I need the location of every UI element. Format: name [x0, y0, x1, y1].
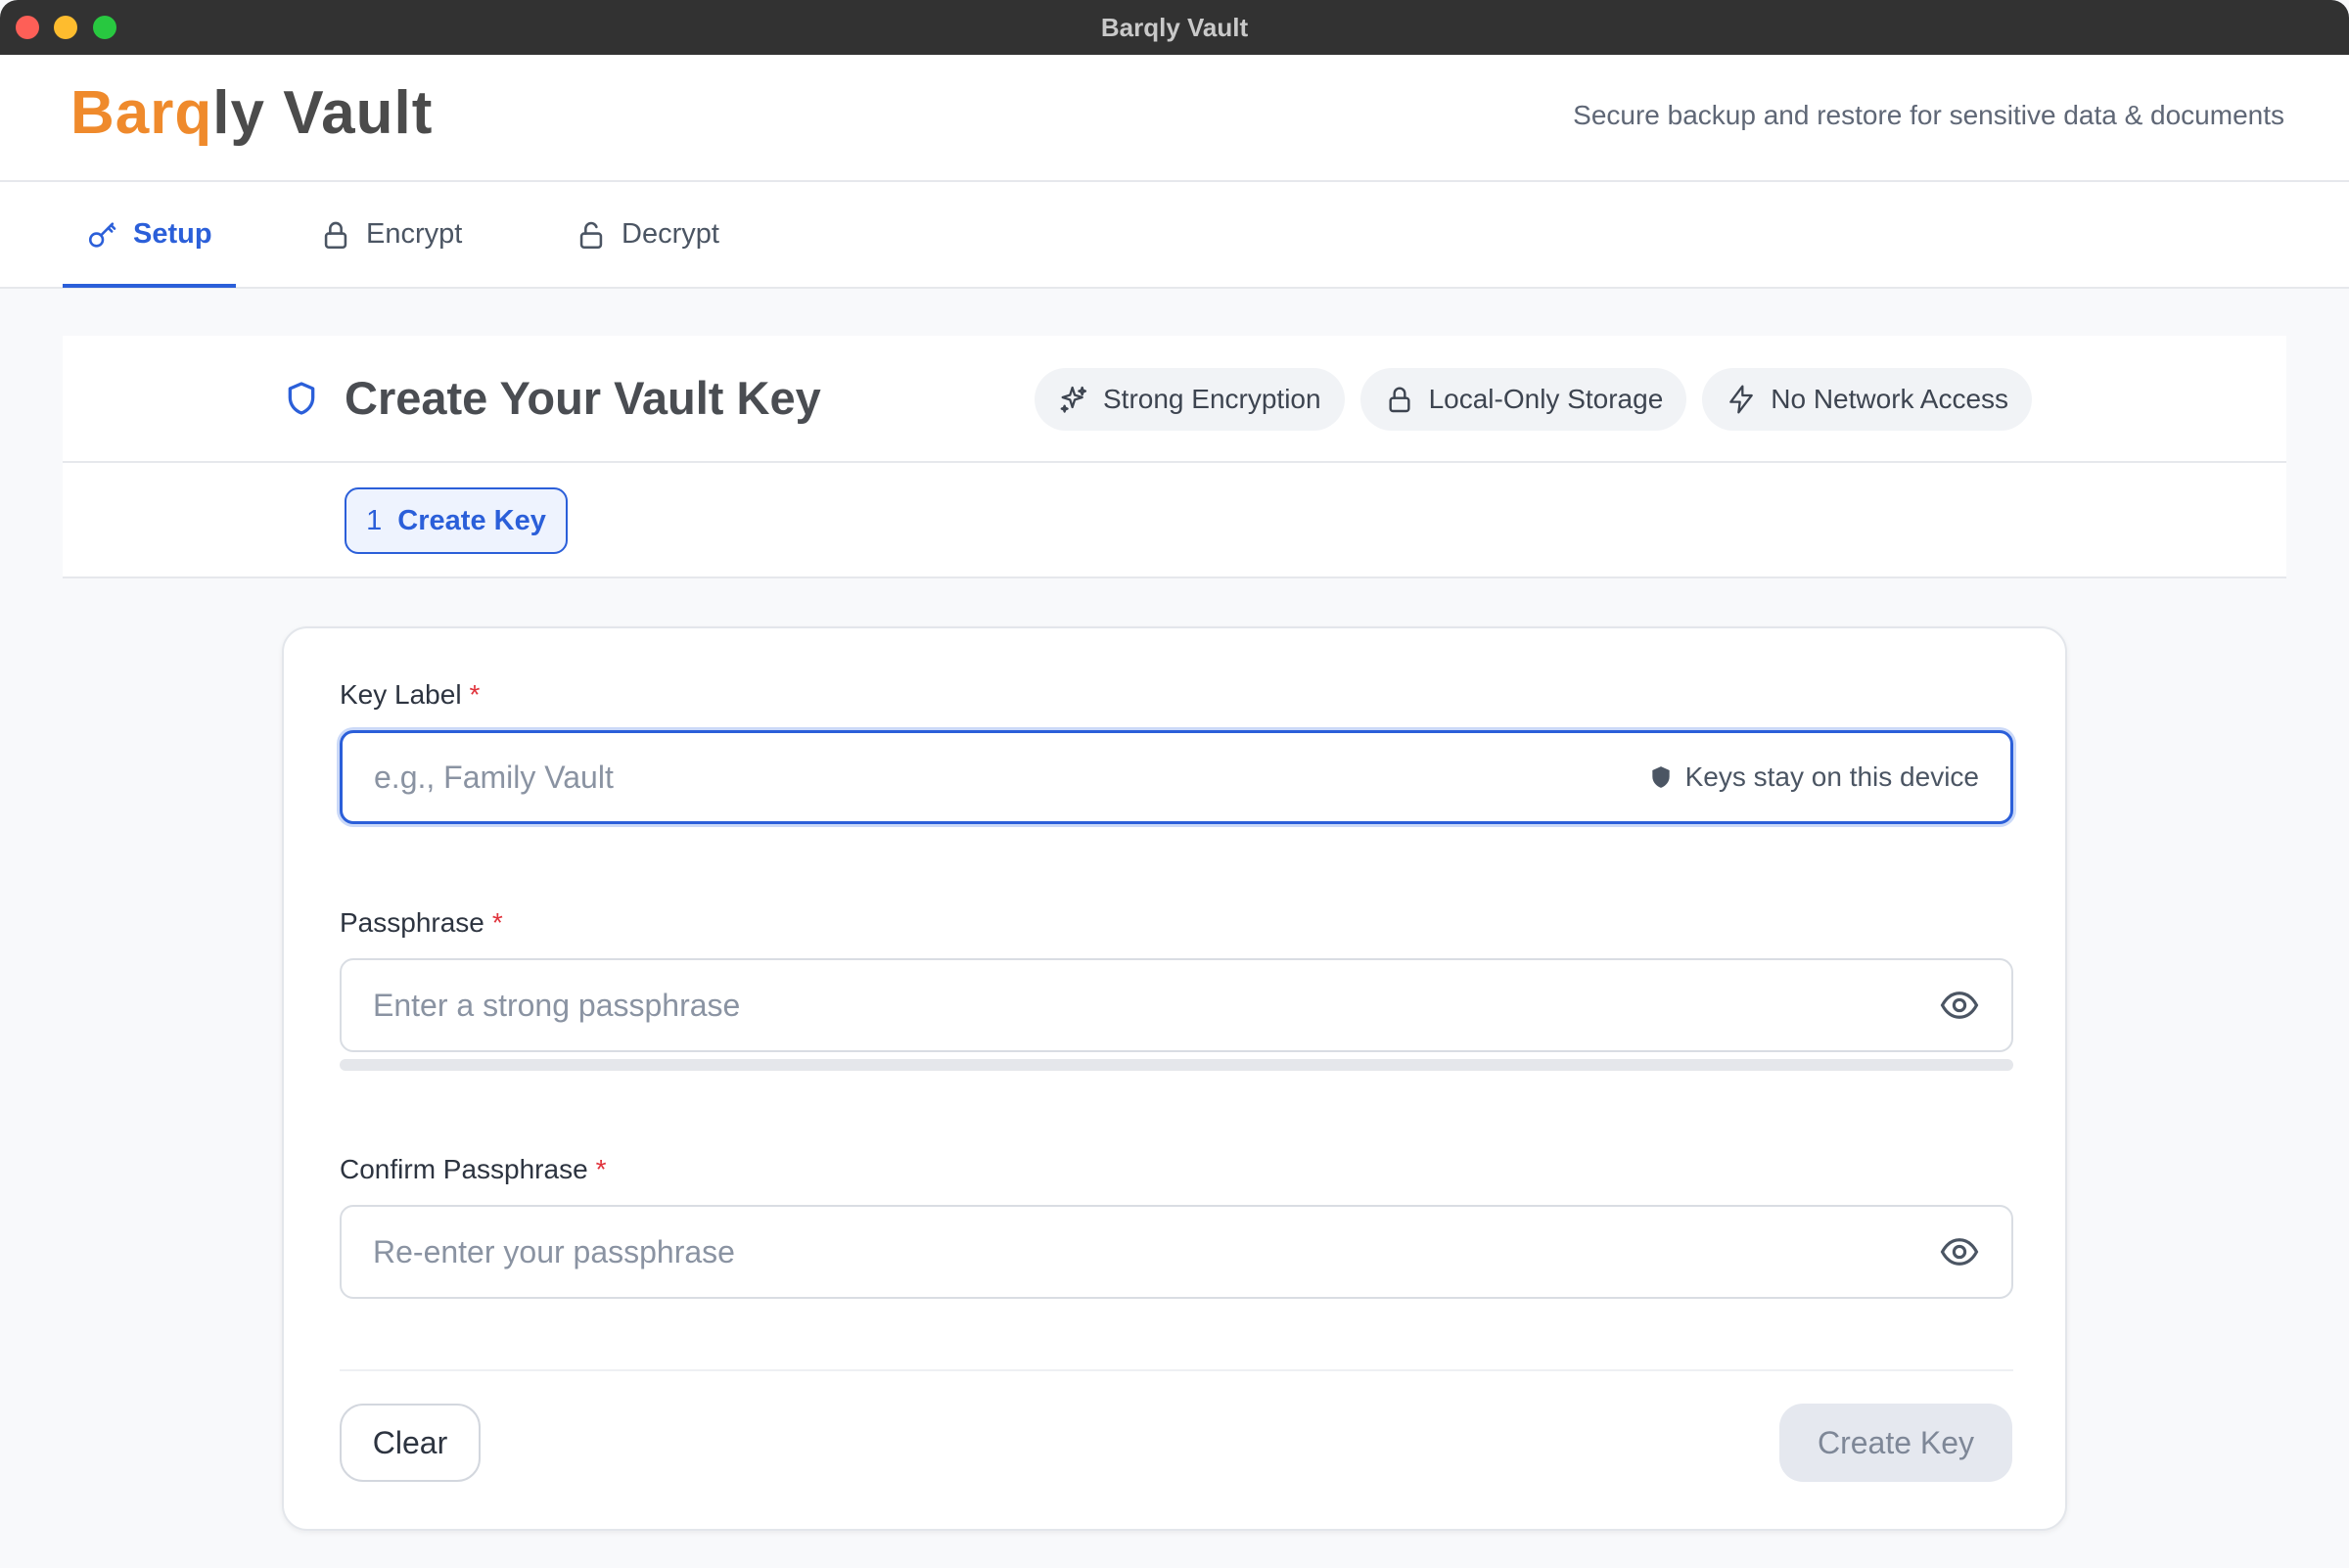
clear-button[interactable]: Clear	[340, 1404, 481, 1482]
chip-no-network-access: No Network Access	[1702, 368, 2033, 431]
form-divider	[340, 1369, 2013, 1371]
device-only-hint: Keys stay on this device	[1648, 761, 1979, 793]
logo-brand-text: Barq	[70, 79, 213, 147]
panel-header: Create Your Vault Key Strong Encryption …	[63, 336, 2286, 463]
chip-label: No Network Access	[1771, 384, 2009, 414]
tab-decrypt[interactable]: Decrypt	[575, 182, 719, 287]
chip-strong-encryption: Strong Encryption	[1035, 368, 1345, 431]
key-label-field-label: Key Label *	[340, 679, 480, 711]
bolt-icon	[1729, 385, 1754, 414]
feature-chips: Strong Encryption Local-Only Storage No …	[1035, 368, 2033, 431]
passphrase-input-wrapper	[340, 958, 2013, 1052]
create-key-form: Key Label* Keys stay on this device Pass…	[282, 626, 2067, 1531]
lock-icon	[324, 221, 347, 249]
step-label: Create Key	[397, 504, 546, 536]
chip-local-only-storage: Local-Only Storage	[1359, 368, 1687, 431]
unlock-icon	[579, 221, 603, 249]
app-window: Barqly Vault Barqly Vault Secure backup …	[0, 0, 2349, 1568]
app-header: Barqly Vault Secure backup and restore f…	[0, 55, 2349, 182]
shield-icon	[1651, 766, 1670, 788]
main-tabs: Setup Encrypt Decrypt	[0, 182, 2349, 289]
confirm-passphrase-input-wrapper	[340, 1205, 2013, 1299]
confirm-passphrase-label-text: Confirm Passphrase	[340, 1154, 588, 1184]
key-label-text: Key Label	[340, 679, 462, 710]
step-create-key: 1 Create Key	[345, 487, 568, 554]
tab-encrypt-label: Encrypt	[366, 218, 463, 250]
key-icon	[88, 221, 116, 248]
passphrase-label-text: Passphrase	[340, 907, 484, 938]
tab-decrypt-label: Decrypt	[622, 218, 719, 250]
create-key-button[interactable]: Create Key	[1779, 1404, 2012, 1482]
chip-label: Strong Encryption	[1103, 384, 1321, 414]
confirm-passphrase-input[interactable]	[373, 1233, 1939, 1270]
tab-setup[interactable]: Setup	[63, 182, 236, 288]
key-label-input-wrapper: Keys stay on this device	[340, 730, 2013, 824]
confirm-passphrase-field-label: Confirm Passphrase *	[340, 1154, 607, 1185]
step-number: 1	[366, 504, 383, 536]
key-label-input[interactable]	[374, 759, 1648, 796]
passphrase-input[interactable]	[373, 987, 1939, 1024]
panel-title-group: Create Your Vault Key	[282, 371, 821, 425]
required-marker: *	[469, 679, 481, 710]
sparkles-icon	[1060, 386, 1087, 413]
required-marker: *	[595, 1154, 607, 1184]
show-confirm-password-eye-icon[interactable]	[1939, 1231, 1980, 1272]
chip-label: Local-Only Storage	[1428, 384, 1664, 414]
show-password-eye-icon[interactable]	[1939, 985, 1980, 1026]
lock-icon	[1389, 387, 1410, 413]
passphrase-strength-bar	[340, 1059, 2013, 1071]
title-bar: Barqly Vault	[0, 0, 2349, 55]
passphrase-field-label: Passphrase *	[340, 907, 503, 939]
shield-icon	[288, 381, 315, 415]
logo-rest-text: ly Vault	[212, 79, 434, 147]
app-tagline: Secure backup and restore for sensitive …	[1573, 100, 2284, 130]
device-only-hint-text: Keys stay on this device	[1684, 761, 1979, 792]
app-logo: Barqly Vault	[70, 78, 433, 148]
page-title: Create Your Vault Key	[345, 372, 821, 424]
step-indicator-row: 1 Create Key	[63, 463, 2286, 578]
tab-setup-label: Setup	[133, 218, 212, 250]
required-marker: *	[491, 907, 503, 938]
tab-encrypt[interactable]: Encrypt	[319, 182, 462, 287]
window-title: Barqly Vault	[1100, 13, 1249, 42]
